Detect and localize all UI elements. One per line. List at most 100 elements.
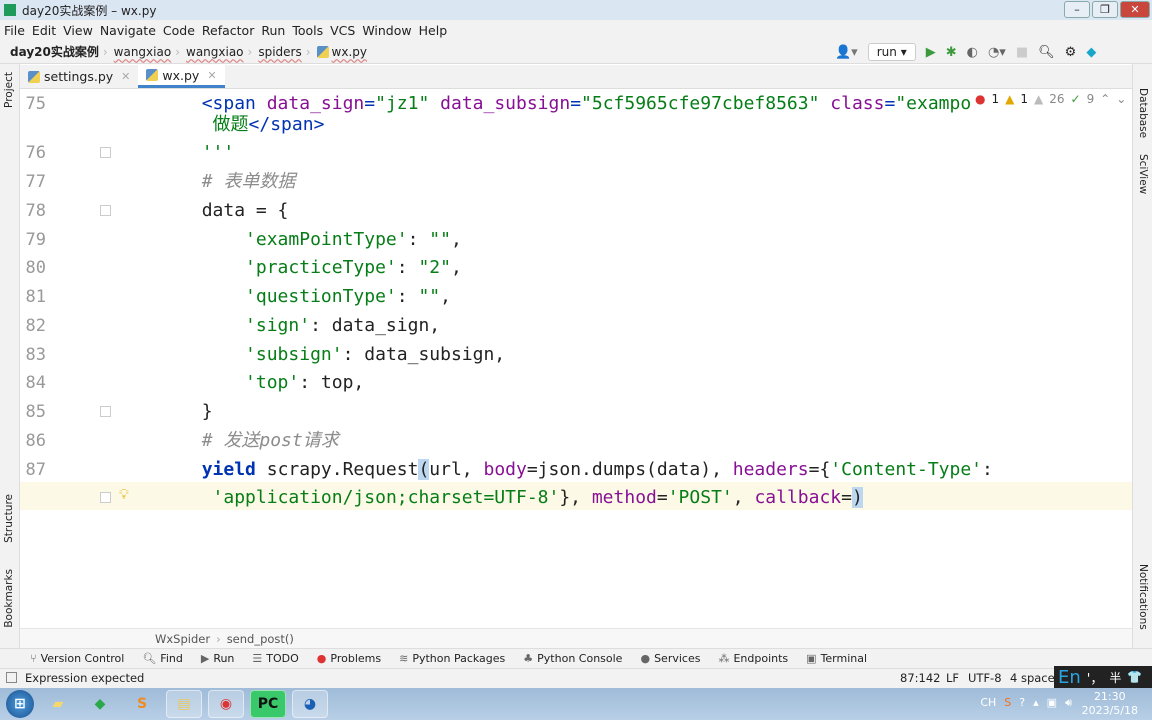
close-tab-icon[interactable]: ✕: [121, 70, 130, 83]
run-icon[interactable]: ▶: [926, 45, 936, 60]
code-with-me-icon[interactable]: ◆: [1086, 45, 1096, 60]
code-token: data = {: [115, 200, 289, 221]
clock[interactable]: 21:30 2023/5/18: [1082, 690, 1138, 718]
menu-code[interactable]: Code: [163, 23, 195, 38]
code-line: # 发送post请求: [115, 427, 339, 455]
breadcrumb-item[interactable]: wangxiao: [186, 45, 244, 59]
tool-window-terminal[interactable]: ▣ Terminal: [806, 652, 867, 665]
volume-icon[interactable]: 🔊︎: [1065, 696, 1072, 710]
breadcrumb-item[interactable]: spiders: [258, 45, 301, 59]
sogou-icon[interactable]: S: [1004, 696, 1011, 710]
python-console-icon: ♣: [523, 652, 534, 665]
line-number: 85: [25, 402, 46, 422]
maximize-button[interactable]: ❐: [1092, 1, 1118, 18]
close-button[interactable]: ✕: [1120, 1, 1150, 18]
tool-window-problems[interactable]: ● Problems: [317, 652, 381, 665]
notifications-tool-button[interactable]: Notifications: [1137, 564, 1149, 630]
network-icon[interactable]: ▣: [1047, 696, 1057, 710]
close-tab-icon[interactable]: ✕: [207, 69, 216, 82]
tool-window-services[interactable]: ● Services: [640, 652, 700, 665]
menu-bar: File Edit View Navigate Code Refactor Run Tools…: [0, 20, 1152, 40]
bookmarks-tool-button[interactable]: Bookmarks: [3, 569, 15, 628]
status-toggle-icon[interactable]: [6, 672, 17, 683]
search-icon[interactable]: 🔍︎: [1038, 45, 1055, 60]
menu-view[interactable]: View: [63, 23, 93, 38]
tab-settings-py[interactable]: settings.py ✕: [20, 65, 138, 88]
pycharm-icon[interactable]: PC: [250, 690, 286, 718]
code-line: yield scrapy.Request(url, body=json.dump…: [115, 456, 993, 484]
breadcrumb-item[interactable]: wangxiao: [114, 45, 172, 59]
run-config-select[interactable]: run ▾: [867, 43, 916, 61]
sublime-text-icon[interactable]: S: [124, 690, 160, 718]
tool-window-run[interactable]: ▶ Run: [201, 652, 235, 665]
code-token: 'Content-Type': [830, 459, 983, 480]
menu-help[interactable]: Help: [419, 23, 448, 38]
taskbar: ⊞ ▰ ◆ S ▤ ◉ PC ◕ CH S ? ▴ ▣ 🔊︎ 21:30 202…: [0, 688, 1152, 720]
chrome-icon[interactable]: ◉: [208, 690, 244, 718]
fold-marker-icon[interactable]: [100, 406, 111, 417]
code-token: ,: [440, 286, 451, 307]
breadcrumb-file[interactable]: wx.py: [332, 45, 367, 59]
tool-window-find[interactable]: 🔍︎ Find: [142, 652, 183, 665]
tool-window-version-control[interactable]: ⑂ Version Control: [30, 652, 124, 665]
ime-indicator[interactable]: En '， 半 👕: [1054, 666, 1152, 688]
line-separator[interactable]: LF: [946, 671, 959, 685]
sciview-tool-button[interactable]: SciView: [1137, 154, 1149, 194]
code-line: 'application/json;charset=UTF-8'}, metho…: [115, 484, 863, 512]
fold-marker-icon[interactable]: [100, 147, 111, 158]
debug-icon[interactable]: ✱: [946, 45, 957, 60]
fold-marker-icon[interactable]: [100, 492, 111, 503]
code-editor[interactable]: 75 <span data_sign="jz1" data_subsign="5…: [20, 89, 1132, 628]
line-number: 78: [25, 201, 46, 221]
breadcrumb-project[interactable]: day20实战案例: [10, 43, 99, 60]
start-button[interactable]: ⊞: [6, 690, 34, 718]
menu-window[interactable]: Window: [362, 23, 411, 38]
file-explorer-icon[interactable]: ▤: [166, 690, 202, 718]
menu-file[interactable]: File: [4, 23, 25, 38]
app-f-icon[interactable]: ◆: [82, 690, 118, 718]
help-icon[interactable]: ?: [1019, 696, 1025, 710]
user-icon[interactable]: 👤▾: [835, 45, 858, 60]
gear-icon[interactable]: ⚙: [1065, 45, 1077, 60]
tab-wx-py[interactable]: wx.py ✕: [138, 65, 225, 88]
show-hidden-icon[interactable]: ▴: [1033, 696, 1039, 710]
terminal-icon: ▣: [806, 652, 817, 665]
inspection-widget[interactable]: ● 1 ▲ 1 ▲ 26 ✓ 9 ⌃ ⌄: [975, 92, 1127, 106]
code-token: # 发送post请求: [115, 430, 339, 451]
menu-tools[interactable]: Tools: [292, 23, 323, 38]
line-number: 82: [25, 316, 46, 336]
chevron-down-icon[interactable]: ⌄: [1116, 92, 1126, 106]
code-token: : top,: [299, 372, 365, 393]
stop-icon[interactable]: ■: [1016, 45, 1028, 60]
database-tool-button[interactable]: Database: [1137, 88, 1149, 138]
tool-window-endpoints[interactable]: ⁂ Endpoints: [718, 652, 788, 665]
app-network-icon[interactable]: ◕: [292, 690, 328, 718]
structure-tool-button[interactable]: Structure: [3, 494, 15, 543]
tool-window-python-packages[interactable]: ≋ Python Packages: [399, 652, 505, 665]
coverage-icon[interactable]: ◐: [967, 45, 978, 60]
breadcrumb-function[interactable]: send_post(): [227, 632, 294, 646]
code-line: data = {: [115, 197, 289, 225]
tool-window-todo[interactable]: ☰ TODO: [252, 652, 298, 665]
menu-navigate[interactable]: Navigate: [100, 23, 156, 38]
project-tool-button[interactable]: Project: [3, 72, 15, 108]
caret-position[interactable]: 87:142: [900, 671, 940, 685]
code-token: =json.dumps(data),: [526, 459, 733, 480]
minimize-button[interactable]: –: [1064, 1, 1090, 18]
file-encoding[interactable]: UTF-8: [968, 671, 1002, 685]
menu-run[interactable]: Run: [261, 23, 285, 38]
tool-window-python-console[interactable]: ♣ Python Console: [523, 652, 622, 665]
chevron-up-icon[interactable]: ⌃: [1100, 92, 1110, 106]
code-line: 'practiceType': "2",: [115, 254, 462, 282]
menu-vcs[interactable]: VCS: [330, 23, 355, 38]
sticky-notes-icon[interactable]: ▰: [40, 690, 76, 718]
menu-refactor[interactable]: Refactor: [202, 23, 254, 38]
menu-edit[interactable]: Edit: [32, 23, 56, 38]
breadcrumb-class[interactable]: WxSpider: [155, 632, 210, 646]
editor-breadcrumb: WxSpider › send_post(): [20, 628, 1132, 648]
profile-icon[interactable]: ◔▾: [988, 45, 1006, 60]
fold-marker-icon[interactable]: [100, 205, 111, 216]
